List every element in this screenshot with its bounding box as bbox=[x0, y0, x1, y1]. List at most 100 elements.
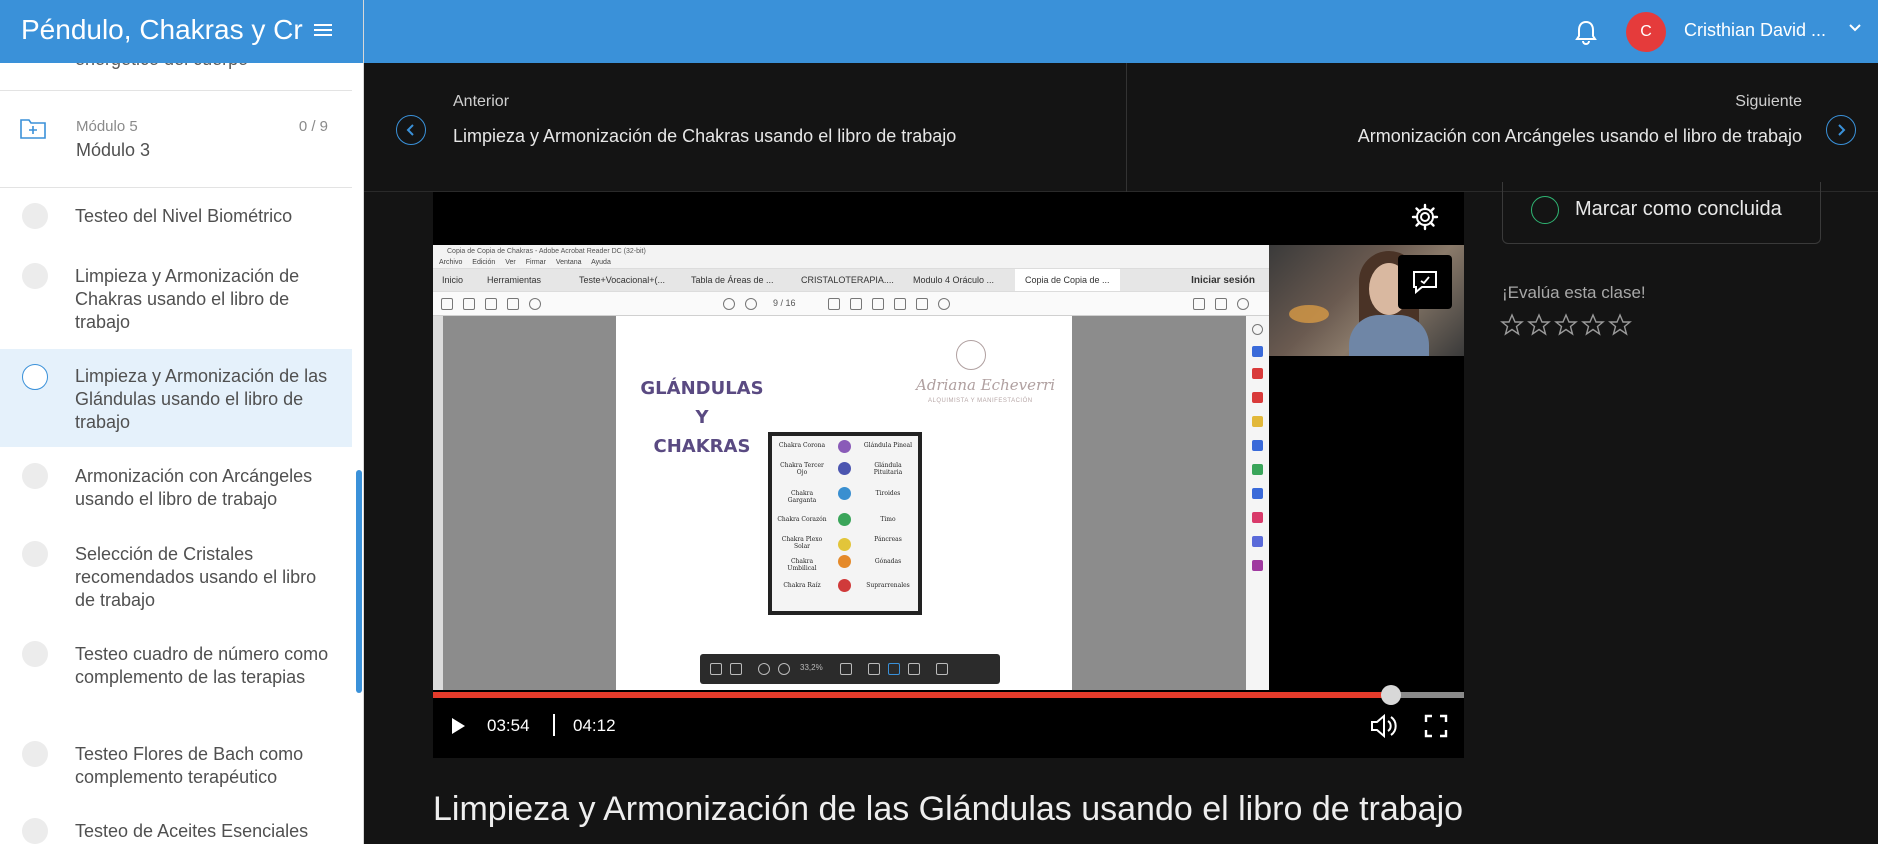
hand-icon bbox=[730, 663, 742, 675]
app-menu-item: Edición bbox=[472, 259, 496, 266]
app-tab: Teste+Vocacional+(... bbox=[579, 275, 666, 285]
gland-name: Glándula Pineal bbox=[863, 442, 913, 449]
fullscreen-icon[interactable] bbox=[1424, 714, 1448, 738]
time-separator bbox=[553, 714, 555, 736]
gland-name: Suprarrenales bbox=[866, 582, 910, 589]
document-heading-line: GLÁNDULAS Y bbox=[640, 378, 764, 428]
chevron-down-icon[interactable] bbox=[1847, 20, 1863, 36]
next-button[interactable] bbox=[1826, 115, 1856, 145]
lesson-item[interactable]: Limpieza y Armonización de Chakras usand… bbox=[0, 255, 352, 335]
sidebar-scrollbar[interactable] bbox=[356, 470, 362, 693]
user-name[interactable]: Cristhian David ... bbox=[1684, 20, 1826, 41]
complete-circle-icon bbox=[1531, 196, 1559, 224]
progress-handle[interactable] bbox=[1380, 685, 1401, 705]
mark-complete-label: Marcar como concluida bbox=[1575, 198, 1782, 220]
mark-complete-button[interactable]: Marcar como concluida bbox=[1502, 182, 1821, 244]
chakra-name: Chakra Garganta bbox=[787, 490, 817, 504]
logo-icon bbox=[956, 340, 986, 370]
chat-icon bbox=[1413, 271, 1437, 295]
app-menubar: Archivo Edición Ver Firmar Ventana Ayuda bbox=[433, 259, 1269, 268]
lesson-item[interactable]: Armonización con Arcángeles usando el li… bbox=[0, 455, 352, 515]
lesson-title: Selección de Cristales recomendados usan… bbox=[75, 544, 317, 610]
print-icon bbox=[507, 298, 519, 310]
chat-button[interactable] bbox=[1398, 255, 1452, 309]
app-login: Iniciar sesión bbox=[1191, 275, 1255, 286]
stamp-icon bbox=[894, 298, 906, 310]
zoom-out-icon bbox=[758, 663, 770, 675]
document-heading: GLÁNDULAS Y CHAKRAS bbox=[636, 374, 768, 461]
video-frame-screen: Copia de Copia de Chakras - Adobe Acroba… bbox=[433, 245, 1269, 690]
chakra-name: Chakra Plexo Solar bbox=[781, 536, 823, 550]
chakra-name: Chakra Corona bbox=[778, 442, 826, 449]
star-icon[interactable] bbox=[1608, 313, 1632, 337]
lesson-title: Limpieza y Armonización de las Glándulas… bbox=[75, 366, 328, 432]
user-avatar[interactable]: C bbox=[1626, 12, 1666, 52]
zoom-level: 33,2% bbox=[800, 663, 823, 672]
author-signature: Adriana Echeverri bbox=[916, 376, 1056, 394]
fill-icon bbox=[1252, 512, 1263, 523]
module-header[interactable]: Módulo 5 0 / 9 Módulo 3 bbox=[0, 91, 352, 187]
module-progress-count: 0 / 9 bbox=[298, 118, 328, 135]
previous-label: Anterior bbox=[453, 93, 510, 110]
lesson-item[interactable]: Testeo Flores de Bach como complemento t… bbox=[0, 733, 352, 793]
top-bar: C Cristhian David ... bbox=[364, 0, 1878, 63]
document-page: GLÁNDULAS Y CHAKRAS Adriana Echeverri AL… bbox=[616, 316, 1072, 690]
document-area: GLÁNDULAS Y CHAKRAS Adriana Echeverri AL… bbox=[443, 316, 1246, 690]
page-down-icon bbox=[745, 298, 757, 310]
lesson-item[interactable]: Testeo del Nivel Biométrico bbox=[0, 195, 352, 235]
page-indicator: 9 / 16 bbox=[773, 298, 796, 308]
lesson-status-circle bbox=[22, 463, 48, 489]
presenter-body bbox=[1349, 315, 1429, 356]
play-icon[interactable] bbox=[450, 717, 466, 735]
bell-icon[interactable] bbox=[1574, 19, 1598, 45]
lesson-item[interactable]: Selección de Cristales recomendados usan… bbox=[0, 533, 352, 613]
rating-label: ¡Evalúa esta clase! bbox=[1502, 283, 1646, 302]
app-side-panel bbox=[1246, 316, 1269, 690]
chakra-dot bbox=[838, 513, 851, 526]
module-sub-label: Módulo 5 bbox=[76, 118, 138, 135]
previous-button[interactable] bbox=[396, 115, 426, 145]
gland-name: Gónadas bbox=[874, 558, 902, 565]
gland-name: Páncreas bbox=[874, 536, 902, 543]
app-tab-selected: Copia de Copia de ... bbox=[1015, 269, 1120, 291]
compress-icon bbox=[1252, 488, 1263, 499]
chakra-dot bbox=[838, 555, 851, 568]
lesson-title: Testeo del Nivel Biométrico bbox=[75, 206, 293, 226]
app-tab: Modulo 4 Oráculo ... bbox=[913, 275, 995, 285]
lesson-status-circle bbox=[22, 364, 48, 390]
volume-icon[interactable] bbox=[1370, 713, 1398, 739]
divider bbox=[0, 187, 352, 188]
background-lamp bbox=[1289, 305, 1329, 323]
app-menu-item: Firmar bbox=[525, 259, 546, 266]
chakra-name: Chakra Umbilical bbox=[787, 558, 817, 572]
next-lesson-title[interactable]: Armonización con Arcángeles usando el li… bbox=[1358, 126, 1802, 147]
progress-bar[interactable] bbox=[433, 685, 1464, 705]
module-name: Módulo 3 bbox=[76, 140, 151, 160]
progress-fill bbox=[433, 692, 1391, 698]
menu-icon[interactable] bbox=[314, 21, 332, 41]
mail-icon bbox=[1215, 298, 1227, 310]
pen-icon bbox=[850, 298, 862, 310]
page-up-icon bbox=[723, 298, 735, 310]
lesson-title: Testeo Flores de Bach como complemento t… bbox=[75, 744, 304, 787]
divider bbox=[1126, 63, 1127, 192]
previous-lesson-title[interactable]: Limpieza y Armonización de Chakras usand… bbox=[453, 126, 956, 147]
chakra-dot bbox=[838, 579, 851, 592]
lesson-item[interactable]: Testeo cuadro de número como complemento… bbox=[0, 633, 352, 713]
app-tab: CRISTALOTERAPIA.... bbox=[801, 275, 894, 285]
video-player[interactable]: Copia de Copia de Chakras - Adobe Acroba… bbox=[433, 192, 1464, 758]
lesson-title: Testeo de Aceites Esenciales bbox=[75, 821, 309, 841]
star-icon[interactable] bbox=[1554, 313, 1578, 337]
star-icon[interactable] bbox=[1500, 313, 1524, 337]
zoom-icon bbox=[529, 298, 541, 310]
gland-name: Glándula Pituitaria bbox=[873, 462, 903, 476]
fit-page-icon bbox=[868, 663, 880, 675]
star-icon[interactable] bbox=[1527, 313, 1551, 337]
gear-icon[interactable] bbox=[1411, 203, 1439, 231]
lesson-item-active[interactable]: Limpieza y Armonización de las Glándulas… bbox=[0, 349, 352, 447]
lesson-item[interactable]: Testeo de Aceites Esenciales bbox=[0, 810, 352, 844]
star-icon[interactable] bbox=[1581, 313, 1605, 337]
app-tab: Inicio bbox=[442, 275, 464, 285]
chakra-name: Chakra Corazón bbox=[777, 516, 827, 523]
search-icon bbox=[1252, 324, 1263, 335]
